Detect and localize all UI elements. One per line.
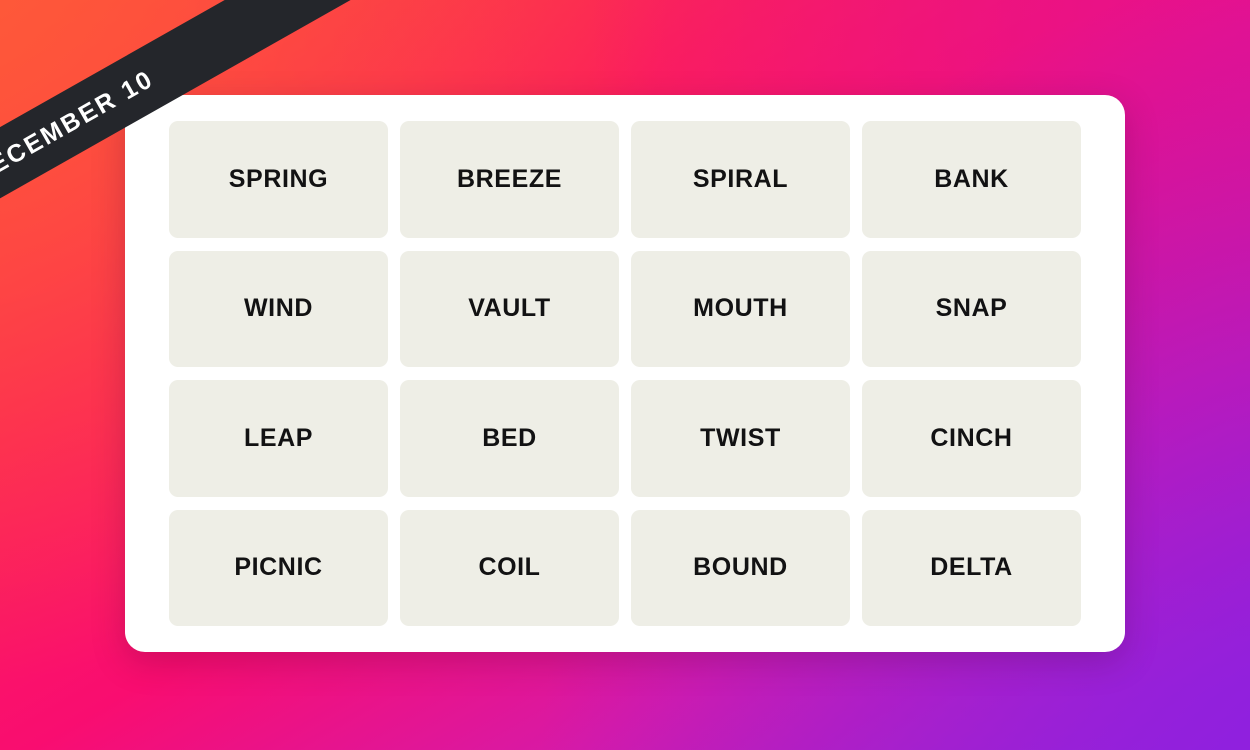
word-tile[interactable]: BED xyxy=(400,380,619,497)
puzzle-card: SPRING BREEZE SPIRAL BANK WIND VAULT MOU… xyxy=(125,95,1125,652)
screenshot-stage: SPRING BREEZE SPIRAL BANK WIND VAULT MOU… xyxy=(0,0,1250,750)
word-tile[interactable]: SPIRAL xyxy=(631,121,850,238)
word-tile[interactable]: BREEZE xyxy=(400,121,619,238)
word-tile[interactable]: MOUTH xyxy=(631,250,850,367)
word-tile-grid: SPRING BREEZE SPIRAL BANK WIND VAULT MOU… xyxy=(169,121,1081,626)
word-tile[interactable]: VAULT xyxy=(400,250,619,367)
word-tile[interactable]: BANK xyxy=(862,121,1081,238)
word-tile[interactable]: DELTA xyxy=(862,509,1081,626)
word-tile[interactable]: BOUND xyxy=(631,509,850,626)
word-tile[interactable]: WIND xyxy=(169,250,388,367)
word-tile[interactable]: SPRING xyxy=(169,121,388,238)
word-tile[interactable]: PICNIC xyxy=(169,509,388,626)
word-tile[interactable]: CINCH xyxy=(862,380,1081,497)
word-tile[interactable]: LEAP xyxy=(169,380,388,497)
word-tile[interactable]: COIL xyxy=(400,509,619,626)
word-tile[interactable]: SNAP xyxy=(862,250,1081,367)
word-tile[interactable]: TWIST xyxy=(631,380,850,497)
